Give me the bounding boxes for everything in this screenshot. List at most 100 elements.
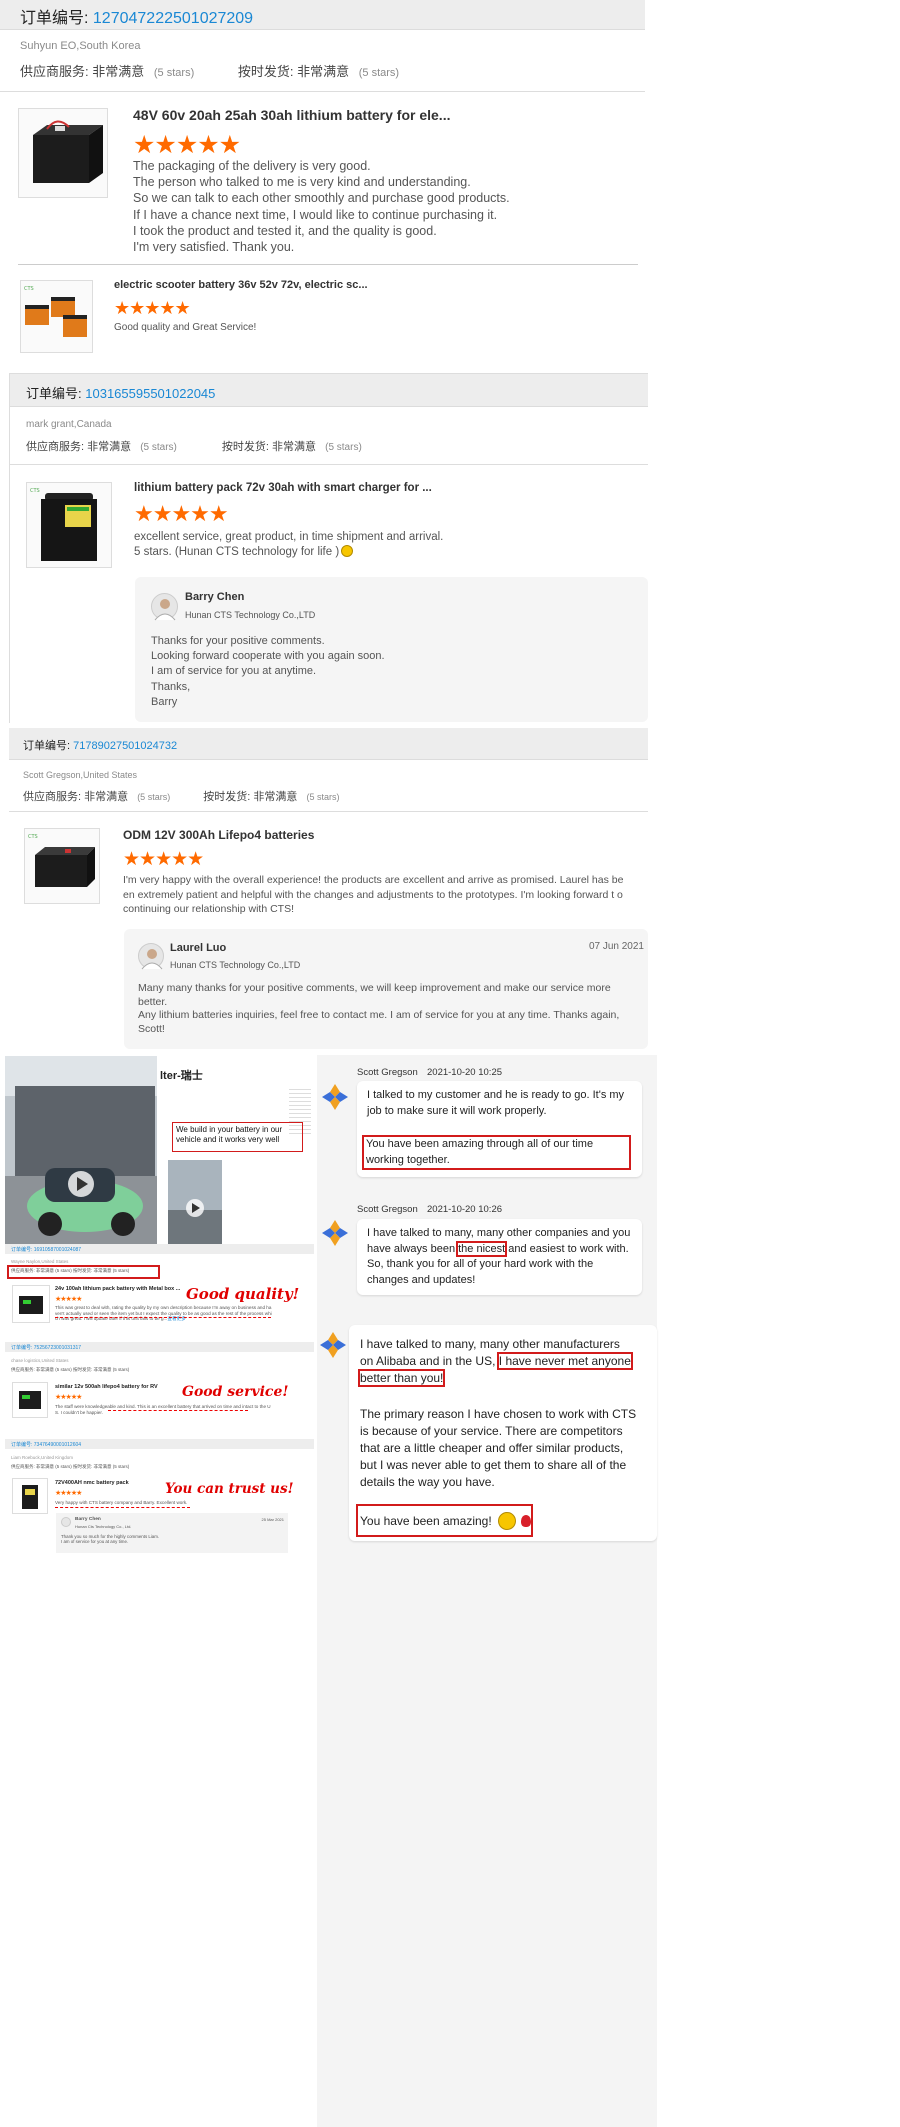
- underline-mark: [55, 1316, 271, 1318]
- reply-company: Hunan CTS Technology Co.,LTD: [185, 610, 316, 620]
- chat-bubble: I have talked to many, many other compan…: [357, 1219, 642, 1295]
- good-quality-label: Good quality!: [186, 1285, 300, 1303]
- rating-row: 供应商服务: 非常满意 (5 stars) 按时发货: 非常满意 (5 star…: [26, 441, 362, 453]
- video-image: [168, 1160, 222, 1244]
- mini-product: 72V400AH nmc battery pack: [55, 1480, 129, 1486]
- star-rating: ★★★★★: [123, 849, 204, 870]
- chat-bubble: I talked to my customer and he is ready …: [357, 1081, 642, 1177]
- star-rating: ★★★★★: [114, 298, 191, 318]
- order-header: 订单编号: 103165595501022045: [10, 373, 648, 407]
- battery-image: CTS: [28, 834, 95, 887]
- mini-stars: ★★★★★: [55, 1394, 82, 1401]
- mini-ratings: 供应商服务: 非常满意 (5 stars) 按时发货: 非常满意 (5 star…: [7, 1265, 160, 1279]
- smiley-icon: [341, 545, 354, 557]
- reply-text: Many many thanks for your positive comme…: [138, 982, 620, 1035]
- review-text: The packaging of the delivery is very go…: [133, 159, 510, 255]
- reply-date: 07 Jun 2021: [588, 941, 644, 952]
- avatar: [138, 943, 164, 970]
- battery-image: [19, 1296, 43, 1314]
- mini-buyer: Liam Roebuck,United Kingdom: [11, 1455, 74, 1460]
- product-thumbnail[interactable]: [18, 108, 108, 198]
- svg-text:CTS: CTS: [24, 286, 34, 292]
- good-service-label: Good service!: [182, 1384, 289, 1400]
- product-thumbnail[interactable]: CTS: [26, 482, 112, 568]
- mini-stars: ★★★★★: [55, 1296, 82, 1303]
- battery-image: [33, 120, 103, 183]
- order-label: 订单编号:: [23, 740, 71, 752]
- vehicle-photo-image: [5, 1056, 157, 1244]
- mini-thumbnail: [12, 1478, 48, 1514]
- order-label: 订单编号:: [26, 386, 82, 401]
- rating-row: 供应商服务: 非常满意 (5 stars) 按时发货: 非常满意 (5 star…: [23, 791, 340, 803]
- chat-time: 2021-10-20 10:25: [427, 1067, 503, 1078]
- product-thumbnail[interactable]: CTS: [20, 280, 93, 353]
- smiley-icon: [498, 1512, 517, 1530]
- battery-image: CTS: [24, 286, 87, 337]
- pinwheel-avatar-icon: [320, 1332, 346, 1358]
- chat-panel: [317, 1055, 657, 2127]
- product-title[interactable]: 48V 60v 20ah 25ah 30ah lithium battery f…: [133, 107, 450, 123]
- star-rating: ★★★★★: [133, 131, 241, 159]
- product-title[interactable]: electric scooter battery 36v 52v 72v, el…: [114, 279, 368, 291]
- product-thumbnail[interactable]: CTS: [24, 828, 100, 904]
- highlight-box: You have been amazing through all of our…: [362, 1135, 631, 1170]
- battery-image: CTS: [30, 488, 97, 561]
- reply-author: Laurel Luo: [170, 942, 227, 954]
- mini-review: Very happy with CTS battery company and …: [55, 1500, 188, 1505]
- order-header: 订单编号: 71789027501024732: [9, 728, 648, 760]
- review-text: I'm very happy with the overall experien…: [123, 874, 624, 915]
- pinwheel-avatar-icon: [322, 1084, 348, 1110]
- order-number[interactable]: 71789027501024732: [73, 740, 177, 752]
- seller-reply: Barry Chen Hunan CTS Technology Co.,LTD …: [135, 577, 648, 722]
- mini-thumbnail: [12, 1285, 50, 1323]
- order-label: 订单编号:: [20, 10, 89, 27]
- divider: [10, 464, 648, 465]
- divider: [18, 264, 638, 265]
- chat-avatar: [320, 1082, 350, 1117]
- divider: [9, 811, 648, 812]
- user-avatar-icon: [141, 949, 163, 970]
- vehicle-photo[interactable]: [5, 1056, 157, 1244]
- mini-buyer: Wayne Naylon,United States: [11, 1259, 69, 1264]
- rating-row: 供应商服务: 非常满意 (5 stars) 按时发货: 非常满意 (5 star…: [20, 64, 400, 79]
- mini-reply: Barry Chen Hunan Cts Technology Co., Ltd…: [56, 1513, 288, 1553]
- highlight-box: the nicest: [456, 1240, 508, 1257]
- buyer-name: Suhyun EO,South Korea: [20, 40, 141, 52]
- video-thumbnail[interactable]: [168, 1160, 222, 1244]
- mini-product: 24v 100ah lithium pack battery with Meta…: [55, 1286, 181, 1292]
- user-avatar-icon: [154, 599, 176, 621]
- highlight-box: You have been amazing!: [356, 1504, 533, 1537]
- chat-avatar: [320, 1218, 350, 1253]
- review-text: Good quality and Great Service!: [114, 322, 257, 333]
- mini-thumbnail: [12, 1382, 48, 1418]
- mini-order-header: 订单编号: 75256723001031317: [5, 1342, 314, 1352]
- rose-icon: [521, 1515, 532, 1527]
- mini-review: This was great to deal with, rating the …: [55, 1305, 272, 1322]
- order-number[interactable]: 103165595501022045: [85, 386, 215, 401]
- order-header: 订单编号: 127047222501027209: [0, 0, 645, 30]
- product-title[interactable]: ODM 12V 300Ah Lifepo4 batteries: [123, 828, 314, 842]
- page-fragment-title: lter-瑞士: [160, 1070, 203, 1082]
- callout-box: We build in your battery in our vehicle …: [172, 1122, 303, 1152]
- chat-avatar: [318, 1330, 348, 1365]
- product-title[interactable]: lithium battery pack 72v 30ah with smart…: [134, 482, 432, 494]
- mini-ratings: 供应商服务: 非常满意 (5 stars) 按时发货: 非常满意 (5 star…: [11, 1367, 130, 1372]
- mini-stars: ★★★★★: [55, 1490, 82, 1497]
- chat-time: 2021-10-20 10:26: [427, 1204, 503, 1215]
- buyer-name: Scott Gregson,United States: [23, 770, 138, 780]
- pinwheel-avatar-icon: [322, 1220, 348, 1246]
- avatar: [151, 593, 178, 621]
- underline-mark: [108, 1409, 248, 1411]
- underline-mark: [55, 1506, 190, 1508]
- svg-text:CTS: CTS: [28, 834, 38, 840]
- divider: [0, 91, 645, 92]
- mini-buyer: chase logistics,United States: [11, 1358, 69, 1363]
- mini-ratings: 供应商服务: 非常满意 (5 stars) 按时发货: 非常满意 (5 star…: [11, 1464, 130, 1469]
- chat-sender: Scott Gregson: [357, 1067, 418, 1078]
- order-number[interactable]: 127047222501027209: [93, 10, 253, 27]
- mini-order-header: 订单编号: 16910587001024087: [5, 1244, 314, 1254]
- chat-bubble: I have talked to many, many other manufa…: [349, 1325, 657, 1541]
- reply-text: Thanks for your positive comments. Looki…: [151, 635, 385, 708]
- chat-sender: Scott Gregson: [357, 1204, 418, 1215]
- battery-image: [19, 1391, 41, 1409]
